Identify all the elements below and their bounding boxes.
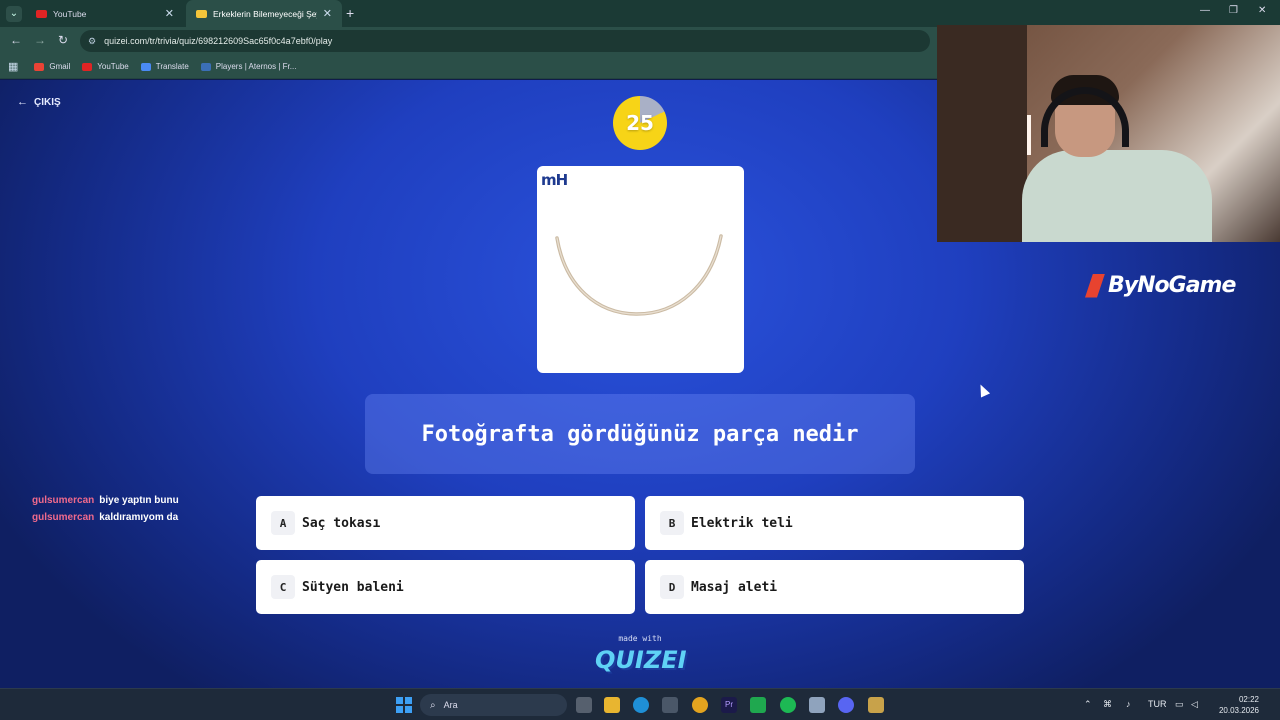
youtube-icon — [82, 62, 93, 71]
game-app-icon[interactable] — [750, 697, 766, 713]
youtube-icon — [36, 9, 47, 18]
webcam-overlay — [937, 25, 1280, 242]
mouse-cursor-icon — [975, 382, 991, 398]
chat-username: gulsumercan — [32, 495, 95, 506]
answer-option-d[interactable]: D Masaj aleti — [645, 560, 1024, 614]
windows-start-icon[interactable] — [396, 697, 412, 713]
underwire-image — [555, 234, 723, 316]
bookmark-label: Gmail — [49, 62, 71, 71]
bookmark-translate[interactable]: Translate — [140, 62, 189, 71]
streamer-torso — [1022, 150, 1212, 242]
windows-taskbar: ⌕ Ara Pr ⌃ ⌘ ♪ TUR ▭ ◁ 02:22 20.03.2026 — [0, 688, 1280, 720]
bookmark-youtube[interactable]: YouTube — [82, 62, 129, 71]
webcam-background — [937, 25, 1027, 242]
tab-search-button[interactable]: ⌄ — [6, 6, 22, 22]
discord-icon[interactable] — [838, 697, 854, 713]
translate-icon — [140, 62, 151, 71]
bookmark-label: YouTube — [97, 62, 129, 71]
url-text: quizei.com/tr/trivia/quiz/698212609Sac65… — [104, 36, 333, 46]
chat-message: gulsumercan biye yaptın bunu — [32, 492, 179, 509]
exit-button[interactable]: ← ÇIKIŞ — [17, 96, 61, 108]
clock-time: 02:22 — [1238, 695, 1259, 704]
question-photo: mH — [537, 166, 744, 373]
new-tab-button[interactable]: + — [346, 5, 354, 21]
bynogame-mark-icon — [1085, 273, 1105, 298]
apps-grid-icon[interactable]: ▦ — [8, 60, 18, 73]
quizei-logo[interactable]: QUIZEI — [595, 646, 687, 674]
minimize-icon[interactable]: — — [1200, 5, 1210, 16]
countdown-timer: 25 — [613, 96, 667, 150]
timer-value: 25 — [626, 111, 654, 135]
site-info-icon[interactable]: ⚙ — [88, 36, 96, 47]
url-field[interactable]: ⚙ quizei.com/tr/trivia/quiz/698212609Sac… — [80, 30, 930, 52]
edge-icon[interactable] — [633, 697, 649, 713]
webcam-lamp — [1027, 115, 1031, 155]
language-indicator[interactable]: TUR — [1148, 699, 1167, 709]
forward-arrow-icon[interactable]: → — [34, 33, 46, 47]
chat-message: gulsumercan kaldıramıyom da — [32, 509, 179, 526]
file-explorer-icon[interactable] — [604, 697, 620, 713]
bookmark-gmail[interactable]: Gmail — [34, 62, 70, 71]
question-text: Fotoğrafta gördüğünüz parça nedir — [421, 421, 859, 447]
chrome-icon[interactable] — [692, 697, 708, 713]
question-box: Fotoğrafta gördüğünüz parça nedir — [365, 394, 915, 474]
answer-letter: A — [271, 511, 295, 535]
close-tab-icon[interactable]: ✕ — [165, 7, 174, 20]
answer-option-b[interactable]: B Elektrik teli — [645, 496, 1024, 550]
answer-text: Saç tokası — [302, 515, 381, 531]
made-with-label: made with — [618, 634, 662, 643]
answer-text: Elektrik teli — [691, 515, 793, 531]
answer-option-a[interactable]: A Saç tokası — [256, 496, 635, 550]
close-window-icon[interactable]: ✕ — [1258, 5, 1266, 16]
taskbar-search[interactable]: ⌕ Ara — [420, 694, 567, 716]
answer-text: Sütyen baleni — [302, 579, 404, 595]
exit-label: ÇIKIŞ — [34, 96, 61, 108]
quizei-favicon-icon — [196, 9, 207, 18]
chat-text: biye yaptın bunu — [99, 495, 179, 506]
restore-icon[interactable]: ❐ — [1229, 5, 1238, 16]
search-icon: ⌕ — [430, 699, 436, 711]
bookmark-label: Players | Aternos | Fr... — [215, 62, 297, 71]
tab-youtube[interactable]: YouTube ✕ — [26, 0, 184, 27]
store-icon[interactable] — [662, 697, 678, 713]
tab-title: Erkeklerin Bilemeyeceği Şeyler — [213, 8, 317, 19]
tab-quiz[interactable]: Erkeklerin Bilemeyeceği Şeyler ✕ — [186, 0, 342, 27]
back-arrow-icon[interactable]: ← — [10, 33, 22, 47]
answer-text: Masaj aleti — [691, 579, 778, 595]
close-tab-icon[interactable]: ✕ — [323, 7, 332, 20]
clock-date: 20.03.2026 — [1218, 706, 1259, 715]
app-icon[interactable] — [809, 697, 825, 713]
task-view-icon[interactable] — [576, 697, 592, 713]
tray-overflow-icon[interactable]: ⌃ — [1084, 699, 1092, 710]
system-clock[interactable]: 02:22 20.03.2026 — [1205, 694, 1259, 716]
gmail-icon — [34, 62, 45, 71]
chat-text: kaldıramıyom da — [99, 512, 179, 523]
browser-tab-strip: ⌄ YouTube ✕ Erkeklerin Bilemeyeceği Şeyl… — [0, 0, 1280, 27]
aternos-icon — [200, 62, 211, 71]
premiere-icon[interactable]: Pr — [721, 697, 737, 713]
answer-letter: D — [660, 575, 684, 599]
reload-icon[interactable]: ↻ — [58, 33, 68, 47]
stream-chat: gulsumercan biye yaptın bunu gulsumercan k… — [32, 492, 179, 526]
network-icon[interactable]: ▭ — [1175, 699, 1184, 710]
answer-option-c[interactable]: C Sütyen baleni — [256, 560, 635, 614]
answer-letter: B — [660, 511, 684, 535]
chat-username: gulsumercan — [32, 512, 95, 523]
sponsor-logo: ByNoGame — [1085, 273, 1236, 298]
bookmark-label: Translate — [155, 62, 189, 71]
search-placeholder: Ara — [443, 700, 458, 710]
bookmark-aternos[interactable]: Players | Aternos | Fr... — [200, 62, 297, 71]
tab-title: YouTube — [53, 8, 87, 19]
sponsor-name: ByNoGame — [1108, 273, 1236, 298]
volume-icon[interactable]: ◁ — [1191, 699, 1198, 710]
spotify-icon[interactable] — [780, 697, 796, 713]
tray-app-icon[interactable]: ⌘ — [1103, 699, 1112, 710]
league-icon[interactable] — [868, 697, 884, 713]
answer-letter: C — [271, 575, 295, 599]
microphone-icon[interactable]: ♪ — [1126, 699, 1131, 709]
arrow-left-icon: ← — [17, 96, 28, 108]
